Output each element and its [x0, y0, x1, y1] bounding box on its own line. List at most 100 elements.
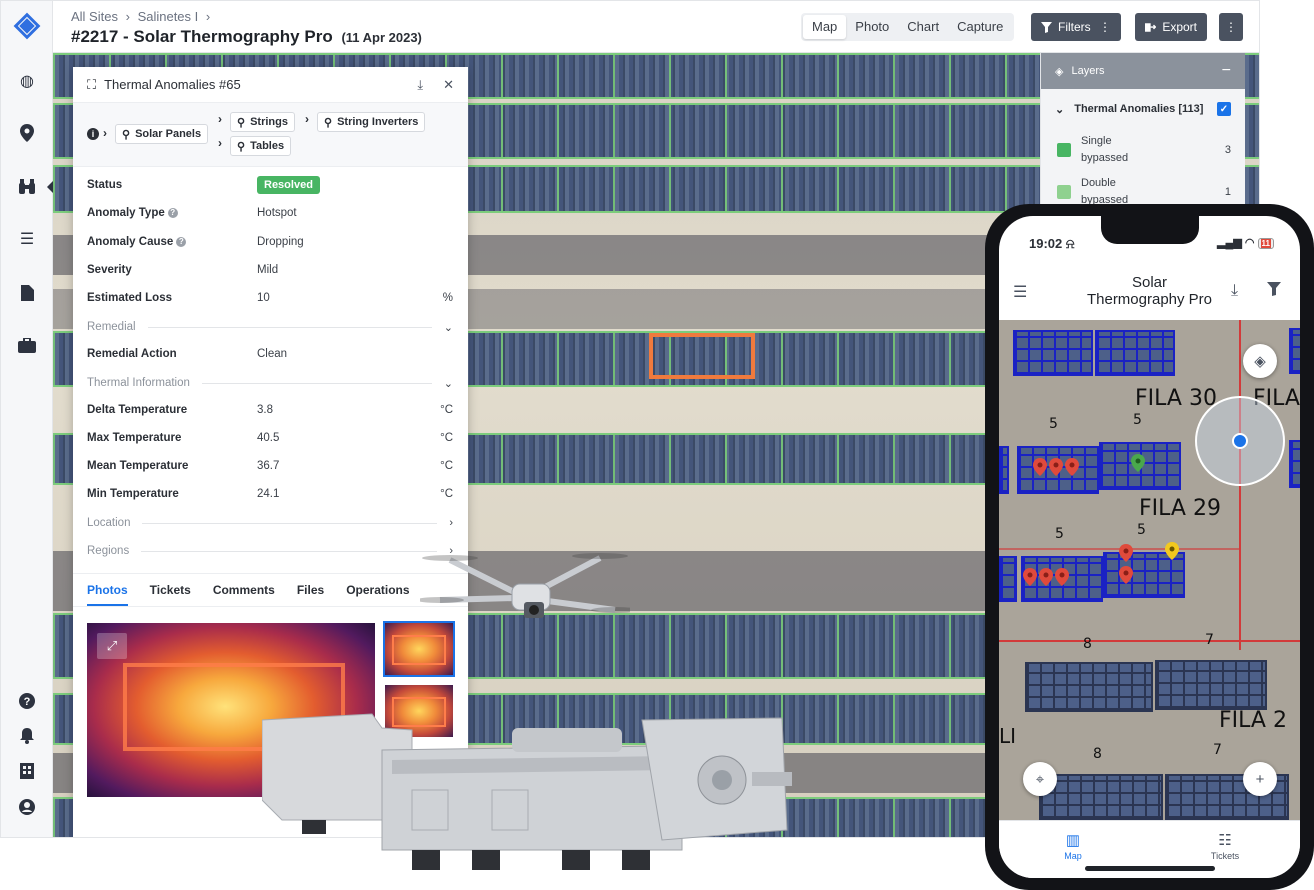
mobile-panel-table[interactable] [1025, 662, 1153, 712]
map-label: LI [999, 724, 1017, 748]
mobile-panel-table[interactable] [1095, 330, 1175, 376]
filter-funnel-icon[interactable] [1267, 282, 1281, 301]
list-icon[interactable]: ☰ [15, 227, 39, 251]
mobile-panel-table[interactable] [1039, 774, 1163, 820]
expand-corners-icon[interactable]: ⛶ [87, 77, 96, 93]
tab-files[interactable]: Files [297, 574, 324, 606]
close-icon[interactable]: ✕ [443, 77, 454, 93]
section-regions[interactable]: Regions › [87, 541, 453, 561]
view-tab-capture[interactable]: Capture [948, 15, 1012, 39]
help-tooltip-icon[interactable]: ? [176, 237, 187, 247]
layer-group-thermal-anomalies[interactable]: ⌄ Thermal Anomalies [113] ✓ [1041, 89, 1245, 129]
chevron-right-icon: › [103, 126, 107, 140]
locate-me-button[interactable]: ⌖ [1023, 762, 1057, 796]
collapse-minus-icon[interactable]: − [1222, 62, 1231, 80]
add-button[interactable]: + [1243, 762, 1277, 796]
export-button[interactable]: Export [1135, 13, 1207, 41]
anomaly-pin-red[interactable] [1049, 458, 1063, 476]
layer-item-label: Single bypassed [1081, 135, 1129, 164]
map-number: 5 [1133, 412, 1142, 428]
briefcase-icon[interactable] [15, 333, 39, 357]
info-icon[interactable]: i [87, 128, 99, 140]
breadcrumb-site-link[interactable]: Salinetes I [138, 9, 199, 24]
section-remedial[interactable]: Remedial ⌄ [87, 317, 453, 337]
app-logo[interactable] [10, 9, 44, 43]
layers-panel: ◈ Layers − ⌄ Thermal Anomalies [113] ✓ S… [1041, 53, 1245, 209]
status-bar-time: 19:02 ⍾ [1029, 236, 1075, 251]
mobile-panel-table[interactable] [1013, 330, 1093, 376]
mobile-panel-table[interactable] [999, 556, 1017, 602]
view-tab-photo[interactable]: Photo [846, 15, 898, 39]
layers-title: Layers [1071, 65, 1105, 77]
filters-more-icon[interactable]: ⋮ [1099, 20, 1111, 34]
anomaly-pin-red[interactable] [1023, 568, 1037, 586]
map-boundary-line [999, 640, 1300, 642]
relation-chip-tables[interactable]: ⚲ Tables [230, 136, 292, 156]
chevron-right-icon[interactable]: › [449, 517, 453, 529]
document-icon[interactable] [15, 281, 39, 305]
mobile-tab-tickets[interactable]: ☷ Tickets [1185, 831, 1265, 861]
user-account-icon[interactable] [15, 795, 39, 819]
dashboard-icon[interactable]: ◍ [15, 69, 39, 93]
notifications-bell-icon[interactable] [15, 724, 39, 748]
prop-anomaly-cause: Anomaly Cause? Dropping [87, 232, 453, 252]
thermal-photo-thumbnail[interactable] [383, 621, 455, 677]
chevron-down-icon[interactable]: ⌄ [444, 321, 453, 334]
tab-photos[interactable]: Photos [87, 574, 128, 606]
anomaly-pin-red[interactable] [1039, 568, 1053, 586]
section-thermal-information[interactable]: Thermal Information ⌄ [87, 373, 453, 393]
relation-chip-strings[interactable]: ⚲ Strings [230, 112, 295, 132]
relation-chip-string-inverters[interactable]: ⚲ String Inverters [317, 112, 426, 132]
tab-comments[interactable]: Comments [213, 574, 275, 606]
mobile-map[interactable]: FILA 30 FILA 5 5 FILA 29 5 5 8 7 FILA 2 … [999, 320, 1300, 820]
help-icon[interactable]: ? [15, 689, 39, 713]
prop-label: Remedial Action [87, 348, 177, 360]
anomaly-pin-red[interactable] [1119, 544, 1133, 562]
mobile-panel-table[interactable] [1289, 328, 1300, 374]
organization-building-icon[interactable] [15, 759, 39, 783]
tab-operations[interactable]: Operations [346, 574, 409, 606]
row-label: FILA 2 [1219, 708, 1287, 733]
prop-value: 40.5 [257, 432, 280, 444]
relation-chip-solar-panels[interactable]: ⚲ Solar Panels [115, 124, 209, 144]
status-badge[interactable]: Resolved [257, 176, 320, 194]
layers-button[interactable]: ◈ [1243, 344, 1277, 378]
anomaly-pin-red[interactable] [1119, 566, 1133, 584]
chevron-down-icon[interactable]: ⌄ [1055, 103, 1064, 116]
anomaly-pin-red[interactable] [1055, 568, 1069, 586]
breadcrumb-all-sites-link[interactable]: All Sites [71, 9, 118, 24]
anomaly-pin-red[interactable] [1065, 458, 1079, 476]
more-options-button[interactable]: ⋮ [1219, 13, 1243, 41]
tab-tickets[interactable]: Tickets [150, 574, 191, 606]
filters-button[interactable]: Filters ⋮ [1031, 13, 1121, 41]
chevron-down-icon[interactable]: ⌄ [444, 377, 453, 390]
selected-anomaly-outline[interactable] [649, 333, 755, 379]
view-tab-map[interactable]: Map [803, 15, 847, 39]
top-header: All Sites › Salinetes I › #2217 - Solar … [53, 1, 1259, 53]
download-icon[interactable]: ⤓ [417, 77, 423, 93]
section-location[interactable]: Location › [87, 513, 453, 533]
download-icon[interactable]: ⤓ [1231, 282, 1238, 300]
kebab-menu-icon: ⋮ [1225, 20, 1237, 34]
mobile-panel-table[interactable] [1289, 440, 1300, 488]
map-number: 5 [1137, 522, 1146, 538]
view-tab-chart[interactable]: Chart [898, 15, 948, 39]
mobile-panel-table[interactable] [999, 446, 1009, 494]
anomaly-pin-red[interactable] [1033, 458, 1047, 476]
prop-label: Anomaly Cause? [87, 236, 257, 248]
mobile-panel-table[interactable] [1155, 660, 1267, 710]
layer-group-checkbox[interactable]: ✓ [1217, 102, 1231, 116]
mobile-tab-map[interactable]: ▥ Map [1033, 831, 1113, 861]
breadcrumb: All Sites › Salinetes I › [71, 9, 214, 24]
help-tooltip-icon[interactable]: ? [167, 208, 178, 218]
binoculars-icon[interactable] [15, 175, 53, 199]
fullscreen-expand-icon[interactable]: ⤢ [97, 633, 127, 659]
location-pin-icon[interactable] [15, 121, 39, 145]
mobile-app-screen: 19:02 ⍾ ▂▄▆ ◠ 11 ☰ Solar Thermography Pr… [999, 216, 1300, 878]
export-button-label: Export [1162, 20, 1197, 34]
anomaly-pin-green[interactable] [1131, 454, 1145, 472]
layer-item-single-bypassed[interactable]: Single bypassed 3 [1041, 129, 1245, 171]
anomaly-pin-yellow[interactable] [1165, 542, 1179, 560]
user-location-indicator [1195, 396, 1285, 486]
prop-value: 36.7 [257, 460, 280, 472]
